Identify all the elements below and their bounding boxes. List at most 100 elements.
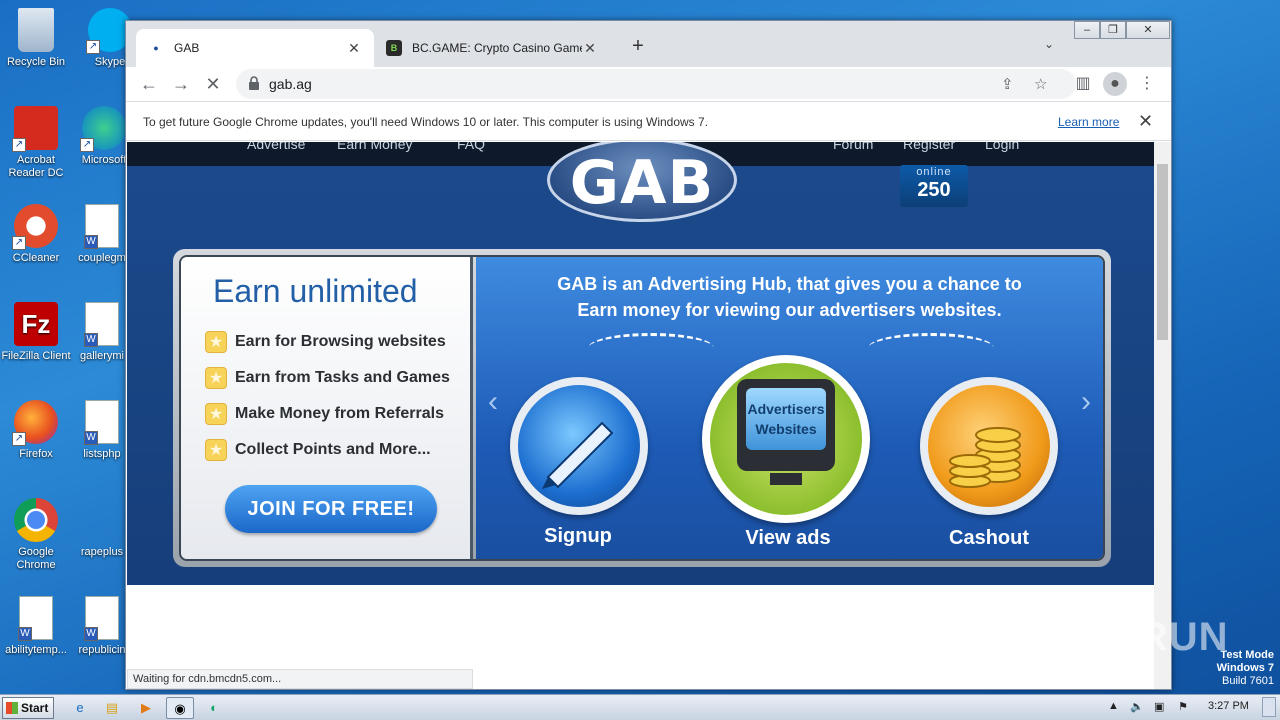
tab-close-icon[interactable]: ✕ <box>346 40 362 57</box>
desktop-icon-acrobat[interactable]: ↗ Acrobat Reader DC <box>0 106 72 180</box>
star-icon: ★ <box>205 367 227 389</box>
chrome-taskbar-icon[interactable]: ◉ <box>166 697 194 719</box>
view-ads-monitor-icon[interactable]: Advertisers Websites <box>702 355 870 523</box>
word-doc-icon: W <box>84 400 119 445</box>
desktop-icon-abilitytemp[interactable]: W abilitytemp... <box>0 596 72 657</box>
page-scrollbar[interactable] <box>1154 142 1171 689</box>
profile-avatar-icon[interactable]: ● <box>1103 72 1127 96</box>
desktop-icon-label: Acrobat Reader DC <box>8 154 64 179</box>
tab-search-chevron-icon[interactable]: ⌄ <box>1044 37 1054 51</box>
anyrun-watermark: ANY RUN <box>1040 615 1229 659</box>
desktop-icon-chrome[interactable]: Google Chrome <box>0 498 72 572</box>
desktop-icon-label: Recycle Bin <box>6 56 66 68</box>
desktop-icon-label: Microsoft <box>81 154 127 166</box>
scrollbar-thumb[interactable] <box>1157 164 1168 340</box>
signup-pen-icon[interactable] <box>510 377 648 515</box>
tab-close-icon[interactable]: ✕ <box>582 40 598 57</box>
nav-advertise[interactable]: Advertise <box>247 142 305 152</box>
cashout-coins-icon[interactable] <box>920 377 1058 515</box>
monitor-text: Websites <box>755 421 817 437</box>
online-count: 250 <box>917 179 951 201</box>
start-label: Start <box>21 701 49 715</box>
status-bubble: Waiting for cdn.bmcdn5.com... <box>127 669 473 689</box>
new-tab-plus-icon[interactable]: + <box>626 35 650 58</box>
chrome-window: ● GAB ✕ B BC.GAME: Crypto Casino Games &… <box>125 20 1172 690</box>
explorer-taskbar-icon[interactable]: ▤ <box>98 697 126 719</box>
address-bar[interactable]: gab.ag ⇪ ☆ <box>236 69 1076 99</box>
gab-favicon-icon: ● <box>153 43 159 53</box>
tab-bcgame[interactable]: B BC.GAME: Crypto Casino Games & C ✕ <box>374 29 610 67</box>
infobar-close-icon[interactable]: ✕ <box>1138 111 1153 132</box>
action-center-flag-icon[interactable]: ⚑ <box>1178 700 1188 713</box>
nav-login[interactable]: Login <box>985 142 1019 152</box>
carousel-next-icon[interactable]: › <box>1081 385 1091 419</box>
dashed-arrow-icon <box>588 333 714 363</box>
minimize-icon[interactable]: – <box>1074 21 1100 39</box>
windows-test-mode-watermark: Test Mode Windows 7 Build 7601 <box>1217 649 1274 688</box>
join-for-free-button[interactable]: JOIN FOR FREE! <box>225 485 437 533</box>
feature-text: Earn for Browsing websites <box>235 333 446 350</box>
shortcut-arrow-icon: W <box>84 235 98 249</box>
edge-taskbar-icon[interactable]: ◐ <box>200 697 228 719</box>
desktop-icon-ccleaner[interactable]: ↗ CCleaner <box>0 204 72 265</box>
nav-register[interactable]: Register <box>903 142 955 152</box>
desktop-icon-label: listsphp <box>83 448 121 460</box>
back-arrow-icon[interactable]: ← <box>136 71 162 97</box>
ie-taskbar-icon[interactable]: e <box>66 697 94 719</box>
shortcut-arrow-icon: ↗ <box>12 236 26 250</box>
nav-faq[interactable]: FAQ <box>457 142 485 152</box>
desktop-icon-label: republicin <box>78 644 126 656</box>
desktop-icon-firefox[interactable]: ↗ Firefox <box>0 400 72 461</box>
tab-title: GAB <box>174 41 200 55</box>
shortcut-arrow-icon: ↗ <box>12 432 26 446</box>
clock[interactable]: 3:27 PM <box>1208 700 1249 712</box>
monitor-text: Advertisers <box>747 401 825 417</box>
maximize-icon[interactable]: ❐ <box>1100 21 1126 39</box>
watermark-line: Build 7601 <box>1222 675 1274 687</box>
tray-chevron-icon[interactable]: ▲ <box>1108 700 1119 712</box>
edge-icon: ↗ <box>80 106 126 152</box>
window-close-icon[interactable]: ✕ <box>1126 21 1170 39</box>
network-icon[interactable]: ▣ <box>1154 700 1164 713</box>
desktop-icon-recycle-bin[interactable]: Recycle Bin <box>0 8 72 69</box>
hub-headline: GAB is an Advertising Hub, that gives yo… <box>476 271 1103 323</box>
carousel-prev-icon[interactable]: ‹ <box>488 385 498 419</box>
feature-text: Collect Points and More... <box>235 441 431 458</box>
shortcut-arrow-icon: W <box>84 333 98 347</box>
learn-more-link[interactable]: Learn more <box>1058 115 1119 129</box>
desktop-icon-filezilla[interactable]: Fz FileZilla Client <box>0 302 72 363</box>
step-cashout-label: Cashout <box>949 527 1029 549</box>
desktop-icon-label: FileZilla Client <box>1 350 71 362</box>
star-icon: ★ <box>205 439 227 461</box>
desktop-icon-label: abilitytemp... <box>5 644 67 656</box>
word-doc-icon: W <box>84 302 119 347</box>
show-desktop-button[interactable] <box>1262 697 1276 717</box>
stop-loading-icon[interactable]: ✕ <box>200 71 226 97</box>
nav-forum[interactable]: Forum <box>833 142 873 152</box>
nav-earn-money[interactable]: Earn Money <box>337 142 412 152</box>
gab-logo[interactable]: GAB <box>547 142 737 226</box>
word-doc-icon: W <box>18 596 53 641</box>
feature-text: Make Money from Referrals <box>235 405 444 422</box>
forward-arrow-icon[interactable]: → <box>168 71 194 97</box>
start-button[interactable]: Start <box>2 697 54 719</box>
tab-gab[interactable]: ● GAB ✕ <box>136 29 374 67</box>
step-signup-label: Signup <box>544 525 612 547</box>
bookmark-star-icon[interactable]: ☆ <box>1034 75 1047 93</box>
volume-icon[interactable]: 🔈 <box>1130 700 1144 713</box>
monitor-stand-icon <box>770 473 802 485</box>
media-player-taskbar-icon[interactable]: ▶ <box>132 697 160 719</box>
page-viewport: Advertise Earn Money FAQ Forum Register … <box>127 142 1154 585</box>
lock-icon <box>249 76 259 90</box>
feature-item: ★ Earn for Browsing websites <box>205 331 446 353</box>
update-infobar: To get future Google Chrome updates, you… <box>126 101 1171 141</box>
dashed-arrow-icon <box>868 333 994 363</box>
side-panel-icon[interactable]: ▥ <box>1071 72 1095 96</box>
earn-heading: Earn unlimited <box>213 273 418 309</box>
star-icon: ★ <box>205 403 227 425</box>
menu-kebab-icon[interactable]: ⋮ <box>1135 72 1159 96</box>
share-icon[interactable]: ⇪ <box>1001 75 1014 93</box>
filezilla-icon: Fz <box>14 302 58 346</box>
infobar-message: To get future Google Chrome updates, you… <box>143 115 709 129</box>
step-view-ads-label: View ads <box>745 527 831 549</box>
